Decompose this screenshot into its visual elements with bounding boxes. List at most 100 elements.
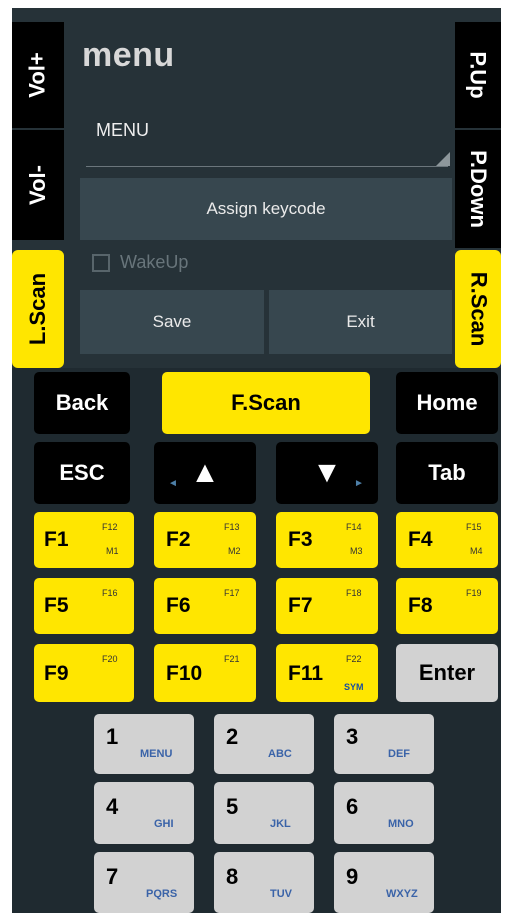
f11-key-bottom-label: SYM [344, 682, 364, 692]
f9-key-top-label: F20 [102, 654, 118, 664]
num-key-7-digit: 7 [106, 864, 119, 889]
num-key-9[interactable]: 9 WXYZ [334, 852, 434, 913]
f3-key-top-label: F14 [346, 522, 362, 532]
f1-key-label: F1 [44, 528, 69, 551]
f6-key[interactable]: F6 F17 [154, 578, 256, 634]
back-key[interactable]: Back [34, 372, 130, 434]
vol-down-button[interactable]: Vol- [12, 130, 64, 240]
keypad-area: Back F.Scan Home ESC ◄ ▲ ▼ ► Tab F1 F12 … [12, 368, 501, 913]
f10-key-label: F10 [166, 662, 203, 685]
wakeup-checkbox[interactable] [92, 253, 110, 272]
l-scan-label: L.Scan [25, 272, 51, 346]
f7-key[interactable]: F7 F18 [276, 578, 378, 634]
num-key-1-letters: MENU [140, 748, 173, 760]
f1-key[interactable]: F1 F12 M1 [34, 512, 134, 568]
esc-key-label: ESC [59, 460, 105, 485]
up-arrow-icon: ▲ [190, 456, 220, 489]
p-up-button[interactable]: P.Up [455, 22, 501, 128]
num-key-8[interactable]: 8 TUV [214, 852, 314, 913]
f3-key[interactable]: F3 F14 M3 [276, 512, 378, 568]
f4-key[interactable]: F4 F15 M4 [396, 512, 498, 568]
keycode-field-value[interactable]: MENU [96, 120, 149, 141]
vol-down-label: Vol- [24, 165, 50, 205]
f6-key-top-label: F17 [224, 588, 240, 598]
f11-key[interactable]: F11 F22 SYM [276, 644, 378, 702]
f3-key-bottom-label: M3 [350, 546, 363, 556]
back-key-label: Back [55, 390, 109, 415]
down-arrow-icon: ▼ [312, 456, 342, 489]
fscan-key-label: F.Scan [231, 390, 301, 415]
num-key-1[interactable]: 1 MENU [94, 714, 194, 774]
f6-key-label: F6 [166, 594, 191, 617]
keycode-field-underline [86, 166, 448, 167]
f10-key[interactable]: F10 F21 [154, 644, 256, 702]
exit-button[interactable]: Exit [269, 290, 452, 354]
r-scan-button[interactable]: R.Scan [455, 250, 501, 368]
f4-key-top-label: F15 [466, 522, 482, 532]
assign-keycode-button[interactable]: Assign keycode [80, 178, 452, 240]
down-key[interactable]: ▼ ► [276, 442, 378, 504]
num-key-2[interactable]: 2 ABC [214, 714, 314, 774]
p-up-label: P.Up [466, 51, 491, 99]
dropdown-corner-icon[interactable] [436, 152, 450, 166]
f10-key-top-label: F21 [224, 654, 240, 664]
f1-key-bottom-label: M1 [106, 546, 119, 556]
tab-key[interactable]: Tab [396, 442, 498, 504]
num-key-3-digit: 3 [346, 724, 359, 749]
num-key-3-letters: DEF [388, 748, 410, 760]
f11-key-label: F11 [288, 662, 324, 685]
num-key-7[interactable]: 7 PQRS [94, 852, 194, 913]
l-scan-button[interactable]: L.Scan [12, 250, 64, 368]
assign-keycode-label: Assign keycode [206, 199, 326, 218]
f2-key-top-label: F13 [224, 522, 240, 532]
f11-key-top-label: F22 [346, 654, 362, 664]
r-scan-label: R.Scan [466, 271, 491, 347]
f8-key[interactable]: F8 F19 [396, 578, 498, 634]
num-key-2-digit: 2 [226, 724, 239, 749]
num-key-5[interactable]: 5 JKL [214, 782, 314, 844]
save-label: Save [152, 312, 192, 331]
exit-label: Exit [346, 312, 375, 331]
f2-key-bottom-label: M2 [228, 546, 241, 556]
f5-key[interactable]: F5 F16 [34, 578, 134, 634]
enter-key-label: Enter [418, 660, 476, 685]
num-key-3[interactable]: 3 DEF [334, 714, 434, 774]
f7-key-label: F7 [288, 594, 313, 617]
num-key-2-letters: ABC [268, 748, 292, 760]
home-key[interactable]: Home [396, 372, 498, 434]
p-down-label: P.Down [466, 150, 492, 228]
f1-key-top-label: F12 [102, 522, 118, 532]
num-key-5-letters: JKL [270, 818, 291, 830]
dialog-title: menu [82, 36, 175, 74]
fscan-key[interactable]: F.Scan [162, 372, 370, 434]
tab-key-label: Tab [428, 460, 466, 485]
p-down-button[interactable]: P.Down [455, 130, 501, 248]
f9-key[interactable]: F9 F20 [34, 644, 134, 702]
save-button[interactable]: Save [80, 290, 264, 354]
wakeup-label: WakeUp [120, 252, 189, 272]
num-key-4-digit: 4 [106, 794, 119, 819]
f5-key-label: F5 [44, 594, 69, 617]
num-key-6[interactable]: 6 MNO [334, 782, 434, 844]
num-key-9-letters: WXYZ [386, 888, 418, 900]
esc-key[interactable]: ESC [34, 442, 130, 504]
up-key[interactable]: ◄ ▲ [154, 442, 256, 504]
right-arrow-small-icon: ► [354, 478, 364, 489]
num-key-6-digit: 6 [346, 794, 359, 819]
keypad-config-screen: Vol+ Vol- L.Scan P.Up P.Down R.Scan menu… [12, 8, 501, 913]
num-key-5-digit: 5 [226, 794, 239, 819]
wakeup-checkbox-row[interactable]: WakeUp [92, 252, 188, 273]
num-key-9-digit: 9 [346, 864, 359, 889]
num-key-8-digit: 8 [226, 864, 239, 889]
enter-key[interactable]: Enter [396, 644, 498, 702]
f9-key-label: F9 [44, 662, 69, 685]
f8-key-label: F8 [408, 594, 433, 617]
num-key-4[interactable]: 4 GHI [94, 782, 194, 844]
f2-key[interactable]: F2 F13 M2 [154, 512, 256, 568]
num-key-6-letters: MNO [388, 818, 414, 830]
vol-up-button[interactable]: Vol+ [12, 22, 64, 128]
f2-key-label: F2 [166, 528, 191, 551]
f7-key-top-label: F18 [346, 588, 362, 598]
num-key-8-letters: TUV [270, 888, 292, 900]
vol-up-label: Vol+ [24, 52, 50, 98]
